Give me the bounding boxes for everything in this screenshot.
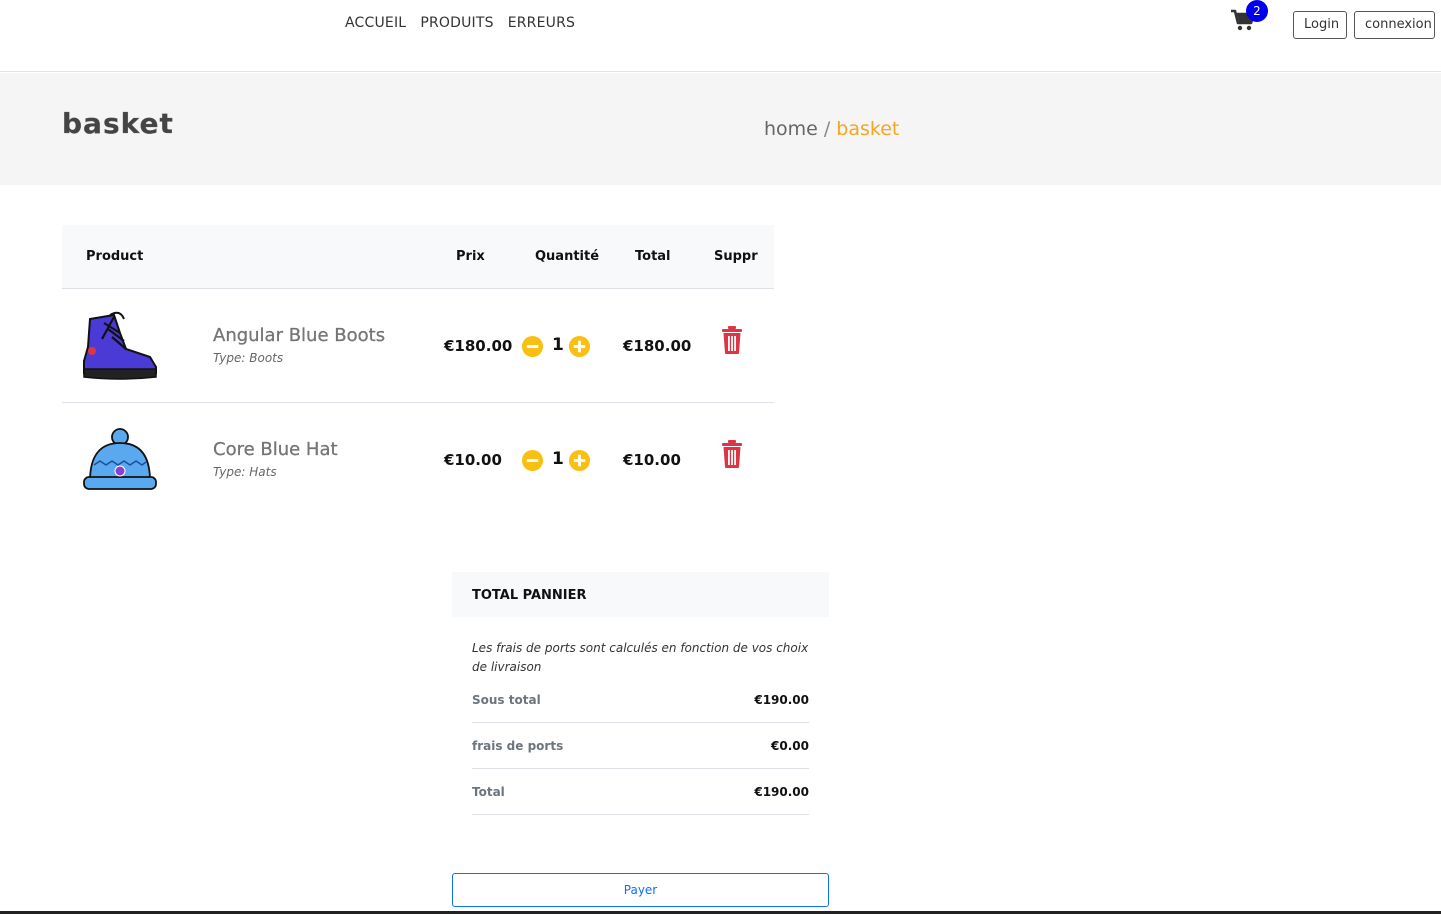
login-button[interactable]: Login <box>1293 11 1347 39</box>
breadcrumb-current: basket <box>836 118 900 140</box>
pay-button[interactable]: Payer <box>452 873 829 907</box>
subtotal-label: Sous total <box>472 693 541 707</box>
table-row: Angular Blue Boots Type: Boots €180.00 1… <box>62 289 774 403</box>
breadcrumb: home / basket <box>764 118 899 140</box>
cart-summary: TOTAL PANNIER Les frais de ports sont ca… <box>452 572 829 815</box>
nav-links: ACCUEIL PRODUITS ERREURS <box>345 15 575 31</box>
line-total: €10.00 <box>623 451 681 469</box>
product-price: €180.00 <box>444 337 513 355</box>
breadcrumb-home-link[interactable]: home <box>764 118 818 140</box>
product-type: Type: Hats <box>213 465 277 479</box>
trash-icon[interactable] <box>720 325 744 355</box>
plus-circle-icon[interactable] <box>568 335 591 358</box>
minus-circle-icon[interactable] <box>521 335 544 358</box>
header-product: Product <box>86 249 144 264</box>
product-type: Type: Boots <box>213 351 284 365</box>
product-price: €10.00 <box>444 451 502 469</box>
nav-link-erreurs[interactable]: ERREURS <box>508 15 575 31</box>
blue-hat-image <box>83 428 157 490</box>
table-header: Product Prix Quantité Total Suppr <box>62 225 774 289</box>
plus-circle-icon[interactable] <box>568 449 591 472</box>
nav-link-accueil[interactable]: ACCUEIL <box>345 15 406 31</box>
blue-boot-image <box>83 311 157 380</box>
subtotal-row: Sous total €190.00 <box>472 677 809 723</box>
nav-link-produits[interactable]: PRODUITS <box>420 15 493 31</box>
header-price: Prix <box>456 249 485 264</box>
cart-button[interactable]: 2 <box>1230 0 1268 34</box>
shipping-label: frais de ports <box>472 739 564 753</box>
shipping-value: €0.00 <box>771 739 809 753</box>
shipping-row: frais de ports €0.00 <box>472 723 809 769</box>
product-name[interactable]: Angular Blue Boots <box>213 325 385 346</box>
header-total: Total <box>635 249 671 264</box>
total-row: Total €190.00 <box>472 769 809 815</box>
header-remove: Suppr <box>714 249 758 264</box>
header-quantity: Quantité <box>535 249 600 264</box>
top-navbar: ACCUEIL PRODUITS ERREURS 2 Login connexi… <box>0 0 1441 72</box>
shipping-note: Les frais de ports sont calculés en fonc… <box>472 641 809 674</box>
subtotal-value: €190.00 <box>754 693 809 707</box>
total-label: Total <box>472 785 505 799</box>
page-title: basket <box>62 107 174 140</box>
line-total: €180.00 <box>623 337 692 355</box>
breadcrumb-separator: / <box>823 118 831 140</box>
product-name[interactable]: Core Blue Hat <box>213 439 338 460</box>
cart-table: Product Prix Quantité Total Suppr Angula… <box>62 225 774 517</box>
connexion-button[interactable]: connexion <box>1354 11 1435 39</box>
total-value: €190.00 <box>754 785 809 799</box>
quantity-value: 1 <box>552 335 564 355</box>
cart-count-badge: 2 <box>1246 0 1268 22</box>
summary-title: TOTAL PANNIER <box>452 572 829 617</box>
minus-circle-icon[interactable] <box>521 449 544 472</box>
trash-icon[interactable] <box>720 439 744 469</box>
quantity-value: 1 <box>552 449 564 469</box>
page-header: basket home / basket <box>0 73 1441 185</box>
table-row: Core Blue Hat Type: Hats €10.00 1 €10.00 <box>62 403 774 517</box>
